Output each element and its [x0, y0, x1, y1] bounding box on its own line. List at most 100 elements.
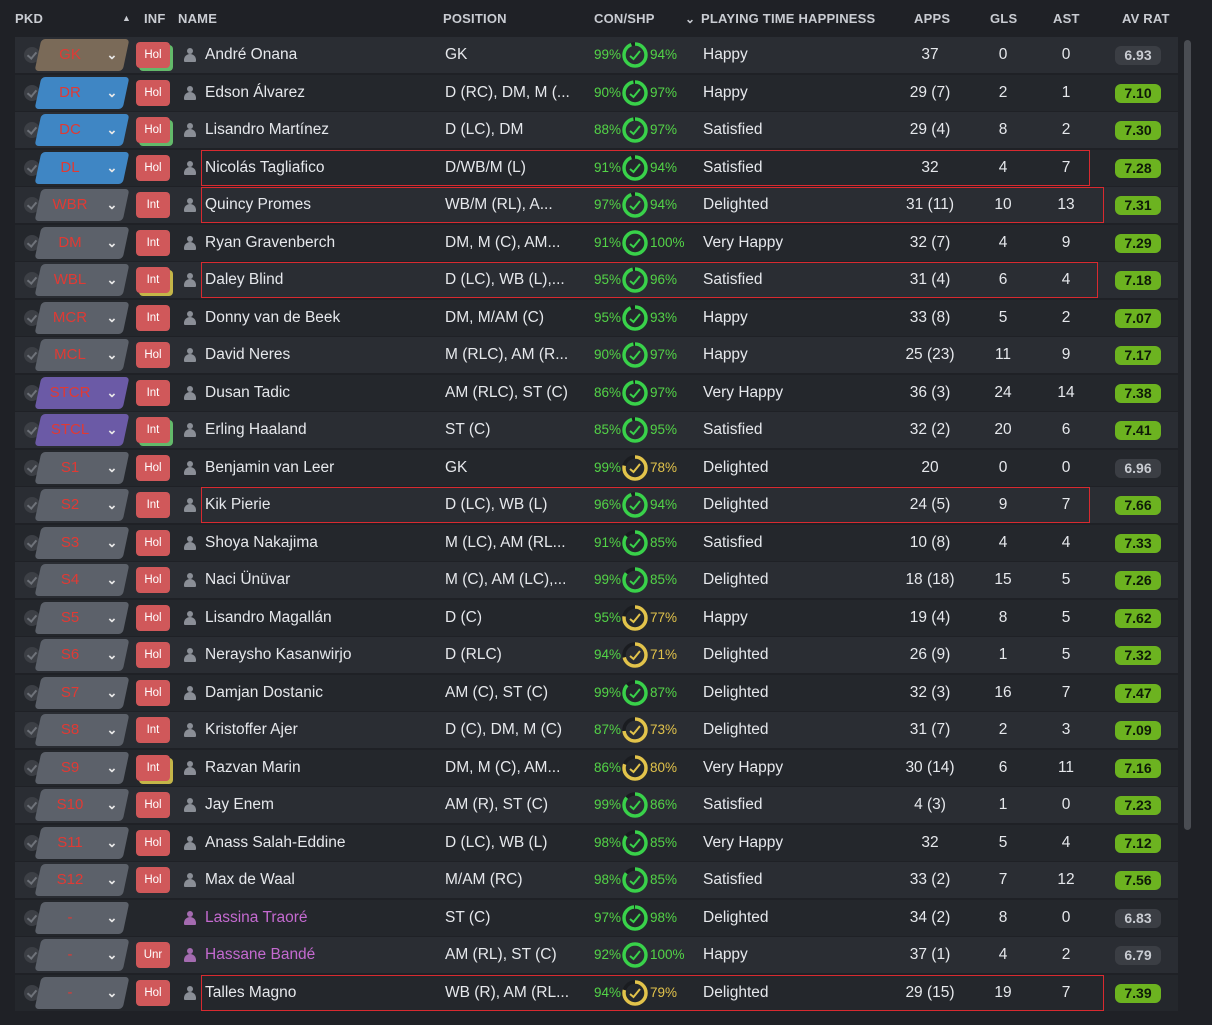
chevron-down-icon[interactable]: ⌄	[103, 750, 121, 786]
table-row[interactable]: MCL ⌄ Hol David Neres M (RLC), AM (R... 90% 97…	[15, 337, 1178, 373]
player-name[interactable]: Kristoffer Ajer	[205, 712, 440, 748]
chevron-down-icon[interactable]: ⌄	[103, 600, 121, 636]
player-name[interactable]: Ryan Gravenberch	[205, 225, 440, 261]
header-con-shp[interactable]: CON/SHP	[594, 11, 655, 26]
player-name[interactable]: Razvan Marin	[205, 750, 440, 786]
chevron-down-icon[interactable]: ⌄	[103, 825, 121, 861]
inf-status-badge[interactable]: Int	[136, 192, 170, 218]
player-name[interactable]: Damjan Dostanic	[205, 675, 440, 711]
inf-status-badge[interactable]: Hol	[136, 679, 170, 706]
table-row[interactable]: STCL ⌄ Int Erling Haaland ST (C) 85% 95% Satisf…	[15, 412, 1178, 448]
inf-status-badge[interactable]: Int	[136, 754, 170, 781]
chevron-down-icon[interactable]: ⌄	[103, 187, 121, 223]
inf-status-badge[interactable]: Hol	[136, 792, 170, 818]
player-name[interactable]: Lisandro Magallán	[205, 600, 440, 636]
player-name[interactable]: Lassina Traoré	[205, 900, 440, 936]
header-gls[interactable]: GLS	[990, 11, 1017, 26]
player-name[interactable]: Benjamin van Leer	[205, 450, 440, 486]
table-row[interactable]: S10 ⌄ Hol Jay Enem AM (R), ST (C) 99% 86% Satis…	[15, 787, 1178, 823]
table-row[interactable]: WBR ⌄ Int Quincy Promes WB/M (RL), A... 97% 94…	[15, 187, 1178, 223]
player-name[interactable]: Anass Salah-Eddine	[205, 825, 440, 861]
chevron-down-icon[interactable]: ⌄	[103, 637, 121, 673]
player-name[interactable]: Talles Magno	[205, 975, 440, 1011]
table-row[interactable]: S8 ⌄ Int Kristoffer Ajer D (C), DM, M (C) 87%…	[15, 712, 1178, 748]
player-name[interactable]: Quincy Promes	[205, 187, 440, 223]
chevron-down-icon[interactable]: ⌄	[103, 525, 121, 561]
player-name[interactable]: Dusan Tadic	[205, 375, 440, 411]
chevron-down-icon[interactable]: ⌄	[103, 375, 121, 411]
inf-status-badge[interactable]: Int	[136, 229, 170, 256]
table-row[interactable]: DM ⌄ Int Ryan Gravenberch DM, M (C), AM... 91…	[15, 224, 1178, 261]
table-row[interactable]: WBL ⌄ Int Daley Blind D (LC), WB (L),... 95% 9…	[15, 262, 1178, 298]
player-name[interactable]: Neraysho Kasanwirjo	[205, 637, 440, 673]
player-name[interactable]: André Onana	[205, 37, 440, 73]
table-row[interactable]: DR ⌄ Hol Edson Álvarez D (RC), DM, M (... 90%…	[15, 74, 1178, 111]
player-name[interactable]: Edson Álvarez	[205, 75, 440, 111]
inf-status-badge[interactable]: Hol	[136, 567, 170, 593]
table-row[interactable]: DC ⌄ Hol Lisandro Martínez D (LC), DM 88% 97% S…	[15, 112, 1178, 148]
header-pkd[interactable]: PKD	[15, 11, 43, 26]
chevron-down-icon[interactable]: ⌄	[103, 337, 121, 373]
inf-status-badge[interactable]: Int	[136, 379, 170, 406]
inf-status-badge[interactable]: Int	[136, 717, 170, 743]
table-row[interactable]: STCR ⌄ Int Dusan Tadic AM (RLC), ST (C) 86% 97…	[15, 374, 1178, 411]
inf-status-badge[interactable]: Hol	[136, 604, 170, 631]
header-inf[interactable]: INF	[144, 11, 166, 26]
player-name[interactable]: Daley Blind	[205, 262, 440, 298]
inf-status-badge[interactable]: Hol	[136, 867, 170, 893]
table-row[interactable]: - ⌄ Lassina Traoré ST (C) 97% 98% Delighted 34 …	[15, 899, 1178, 936]
chevron-down-icon[interactable]: ⌄	[103, 412, 121, 448]
inf-status-badge[interactable]: Hol	[136, 454, 170, 481]
sort-down-icon[interactable]: ⌄	[685, 12, 695, 26]
chevron-down-icon[interactable]: ⌄	[103, 975, 121, 1011]
table-row[interactable]: S9 ⌄ Int Razvan Marin DM, M (C), AM... 86% 80%…	[15, 749, 1178, 786]
player-name[interactable]: Max de Waal	[205, 862, 440, 898]
inf-status-badge[interactable]: Int	[136, 492, 170, 518]
chevron-down-icon[interactable]: ⌄	[103, 937, 121, 973]
inf-status-badge[interactable]: Int	[136, 304, 170, 331]
inf-status-badge[interactable]: Unr	[136, 942, 170, 968]
inf-status-badge[interactable]: Hol	[136, 642, 170, 668]
table-row[interactable]: S11 ⌄ Hol Anass Salah-Eddine D (LC), WB (L) 9…	[15, 824, 1178, 861]
chevron-down-icon[interactable]: ⌄	[103, 562, 121, 598]
chevron-down-icon[interactable]: ⌄	[103, 75, 121, 111]
header-ast[interactable]: AST	[1053, 11, 1080, 26]
table-row[interactable]: S4 ⌄ Hol Naci Ünüvar M (C), AM (LC),... 99% 85…	[15, 562, 1178, 598]
table-row[interactable]: - ⌄ Hol Talles Magno WB (R), AM (RL... 94% 79%…	[15, 974, 1178, 1011]
table-row[interactable]: MCR ⌄ Int Donny van de Beek DM, M/AM (C) 95% 9…	[15, 299, 1178, 336]
player-name[interactable]: Kik Pierie	[205, 487, 440, 523]
chevron-down-icon[interactable]: ⌄	[103, 112, 121, 148]
player-name[interactable]: Nicolás Tagliafico	[205, 150, 440, 186]
inf-status-badge[interactable]: Hol	[136, 342, 170, 368]
table-row[interactable]: - ⌄ Unr Hassane Bandé AM (RL), ST (C) 92% 100%…	[15, 937, 1178, 973]
inf-status-badge[interactable]: Hol	[136, 154, 170, 181]
header-name[interactable]: NAME	[178, 11, 217, 26]
inf-status-badge[interactable]: Hol	[136, 529, 170, 556]
chevron-down-icon[interactable]: ⌄	[103, 450, 121, 486]
inf-status-badge[interactable]: Int	[136, 267, 170, 293]
table-row[interactable]: S1 ⌄ Hol Benjamin van Leer GK 99% 78% Delighted…	[15, 449, 1178, 486]
table-row[interactable]: S3 ⌄ Hol Shoya Nakajima M (LC), AM (RL... 91%…	[15, 524, 1178, 561]
chevron-down-icon[interactable]: ⌄	[103, 225, 121, 261]
header-apps[interactable]: APPS	[914, 11, 950, 26]
table-row[interactable]: S12 ⌄ Hol Max de Waal M/AM (RC) 98% 85% Satisfi…	[15, 862, 1178, 898]
chevron-down-icon[interactable]: ⌄	[103, 262, 121, 298]
chevron-down-icon[interactable]: ⌄	[103, 300, 121, 336]
inf-status-badge[interactable]: Hol	[136, 979, 170, 1006]
player-name[interactable]: Jay Enem	[205, 787, 440, 823]
header-position[interactable]: POSITION	[443, 11, 507, 26]
chevron-down-icon[interactable]: ⌄	[103, 787, 121, 823]
inf-status-badge[interactable]: Hol	[136, 79, 170, 106]
inf-status-badge[interactable]: Hol	[136, 829, 170, 856]
inf-status-badge[interactable]: Hol	[136, 117, 170, 143]
table-row[interactable]: S2 ⌄ Int Kik Pierie D (LC), WB (L) 96% 94% Deli…	[15, 487, 1178, 523]
player-name[interactable]: Hassane Bandé	[205, 937, 440, 973]
table-row[interactable]: S6 ⌄ Hol Neraysho Kasanwirjo D (RLC) 94% 71% De…	[15, 637, 1178, 673]
chevron-down-icon[interactable]: ⌄	[103, 900, 121, 936]
inf-status-badge[interactable]: Int	[136, 417, 170, 443]
player-name[interactable]: Donny van de Beek	[205, 300, 440, 336]
chevron-down-icon[interactable]: ⌄	[103, 862, 121, 898]
player-name[interactable]: Naci Ünüvar	[205, 562, 440, 598]
inf-status-badge[interactable]: Hol	[136, 42, 170, 68]
table-row[interactable]: S7 ⌄ Hol Damjan Dostanic AM (C), ST (C) 99% 87…	[15, 674, 1178, 711]
